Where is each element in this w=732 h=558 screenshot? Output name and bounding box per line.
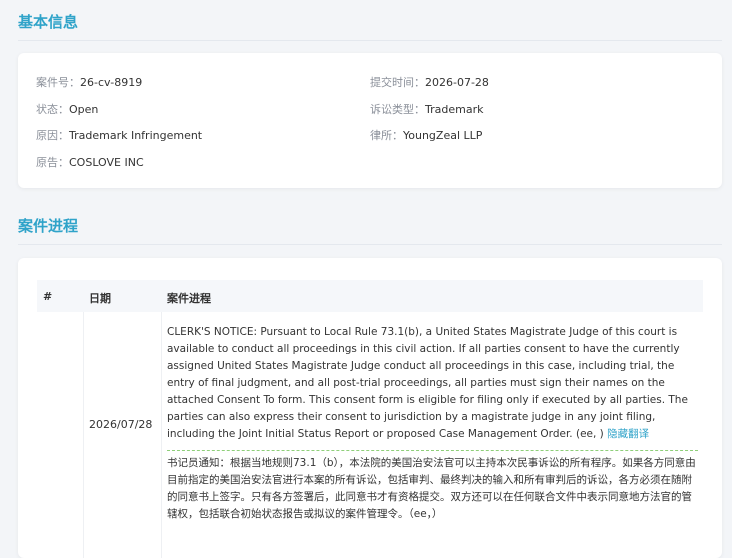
column-separator bbox=[161, 312, 162, 558]
info-label: 律所： bbox=[370, 129, 403, 142]
header-progress: 案件进程 bbox=[167, 292, 211, 305]
info-label: 原告： bbox=[36, 156, 69, 169]
section-divider bbox=[18, 40, 722, 41]
info-value: YoungZeal LLP bbox=[403, 129, 483, 142]
info-value: COSLOVE INC bbox=[69, 156, 144, 169]
header-num: # bbox=[43, 290, 53, 303]
info-value: 26-cv-8919 bbox=[80, 76, 143, 89]
info-law-firm: 律所：YoungZeal LLP bbox=[370, 127, 482, 143]
info-label: 诉讼类型： bbox=[370, 103, 425, 116]
info-case-number: 案件号：26-cv-8919 bbox=[36, 74, 142, 90]
row-text-en: CLERK'S NOTICE: Pursuant to Local Rule 7… bbox=[167, 324, 698, 443]
info-value: Trademark bbox=[425, 103, 484, 116]
info-plaintiff: 原告：COSLOVE INC bbox=[36, 154, 144, 170]
info-litigation-type: 诉讼类型：Trademark bbox=[370, 101, 483, 117]
basic-info-title: 基本信息 bbox=[18, 13, 79, 31]
row-text-en-content: CLERK'S NOTICE: Pursuant to Local Rule 7… bbox=[167, 326, 688, 440]
basic-info-card: 案件号：26-cv-8919 提交时间：2026-07-28 状态：Open 诉… bbox=[18, 53, 722, 188]
progress-title: 案件进程 bbox=[18, 217, 79, 235]
info-submit-time: 提交时间：2026-07-28 bbox=[370, 74, 489, 90]
info-label: 案件号： bbox=[36, 76, 80, 89]
info-label: 原因： bbox=[36, 129, 69, 142]
row-date: 2026/07/28 bbox=[89, 418, 153, 431]
table-header: # 日期 案件进程 bbox=[37, 280, 703, 312]
info-value: Trademark Infringement bbox=[69, 129, 203, 142]
info-label: 状态： bbox=[36, 103, 69, 116]
section-divider bbox=[18, 244, 722, 245]
info-cause: 原因：Trademark Infringement bbox=[36, 127, 202, 143]
info-value: 2026-07-28 bbox=[425, 76, 489, 89]
info-label: 提交时间： bbox=[370, 76, 425, 89]
column-separator bbox=[83, 312, 84, 558]
hide-translation-link[interactable]: 隐藏翻译 bbox=[607, 428, 649, 440]
info-value: Open bbox=[69, 103, 99, 116]
info-status: 状态：Open bbox=[36, 101, 98, 117]
row-text-zh: 书记员通知：根据当地规则73.1（b），本法院的美国治安法官可以主持本次民事诉讼… bbox=[167, 457, 696, 520]
header-date: 日期 bbox=[89, 292, 111, 305]
translation-divider bbox=[167, 450, 698, 451]
progress-card: # 日期 案件进程 2026/07/28 CLERK'S NOTICE: Pur… bbox=[18, 258, 722, 558]
